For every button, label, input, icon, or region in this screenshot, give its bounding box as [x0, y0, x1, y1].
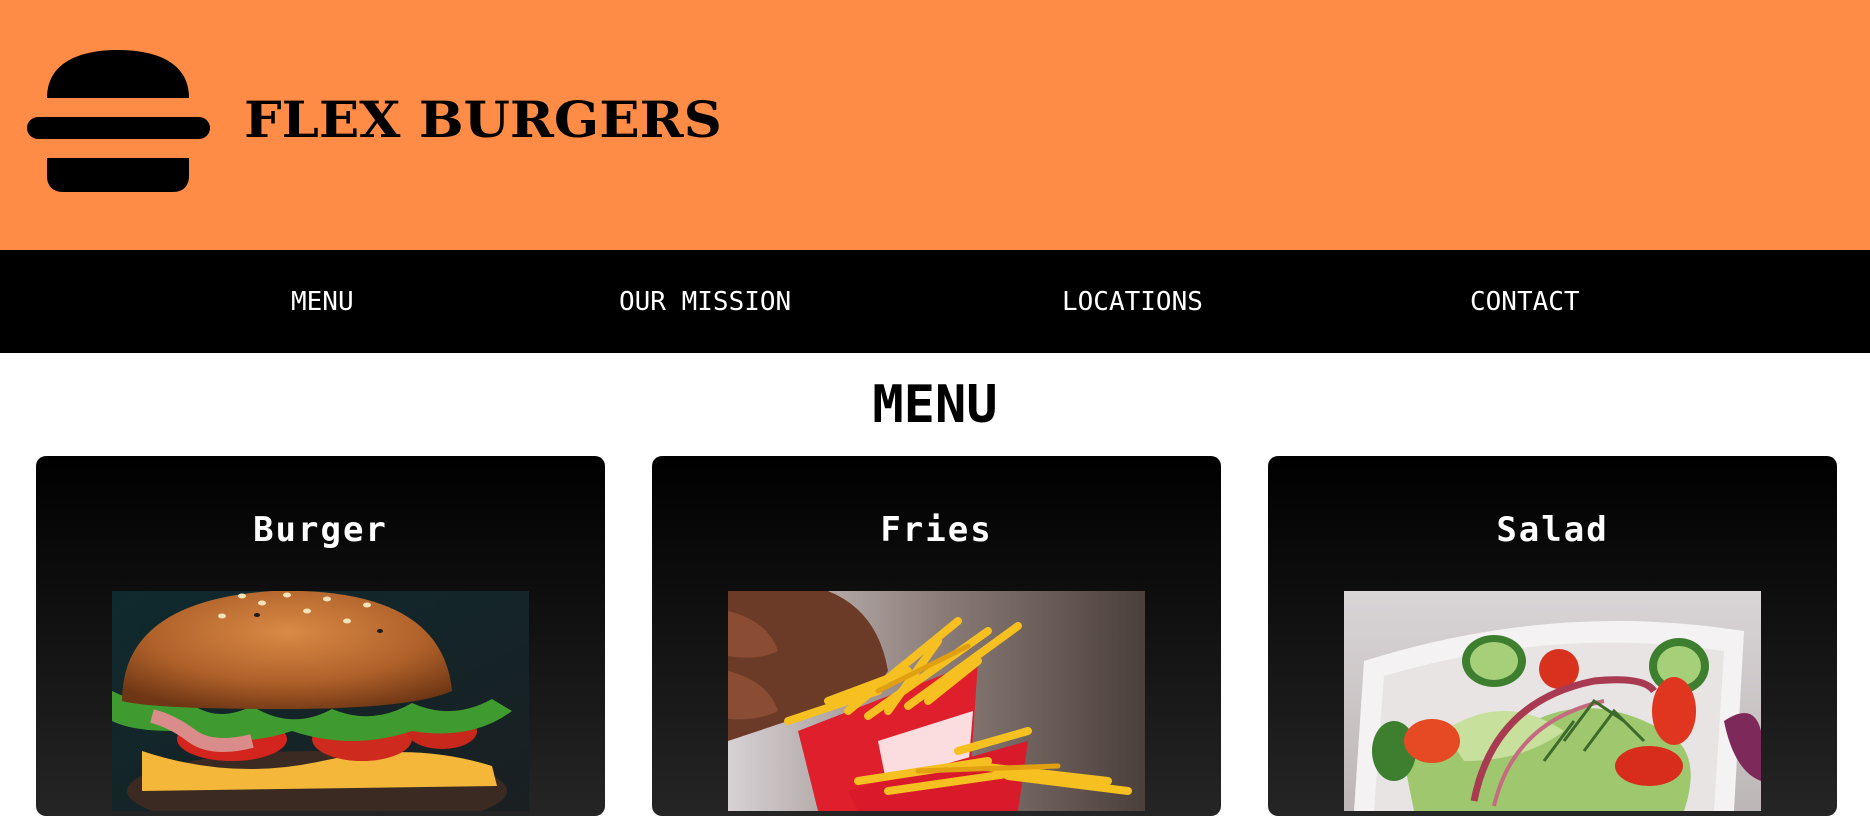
nav-link-locations[interactable]: LOCATIONS — [1062, 284, 1203, 320]
burger-logo-icon[interactable] — [27, 50, 210, 192]
site-header: FLEX BURGERS — [0, 0, 1870, 250]
page-title: MENU — [872, 375, 998, 435]
main-nav: MENU OUR MISSION LOCATIONS CONTACT — [0, 250, 1870, 353]
fries-photo — [728, 591, 1145, 811]
card-title: Fries — [880, 510, 993, 550]
nav-link-contact[interactable]: CONTACT — [1470, 284, 1580, 320]
nav-link-our-mission[interactable]: OUR MISSION — [619, 284, 791, 320]
menu-card-salad[interactable]: Salad — [1268, 456, 1837, 816]
menu-card-fries[interactable]: Fries — [652, 456, 1221, 816]
burger-photo — [112, 591, 529, 811]
card-title: Burger — [253, 510, 388, 550]
nav-link-menu[interactable]: MENU — [291, 284, 354, 320]
card-title: Salad — [1496, 510, 1609, 550]
salad-photo — [1344, 591, 1761, 811]
brand-name[interactable]: FLEX BURGERS — [244, 88, 722, 152]
menu-card-burger[interactable]: Burger — [36, 456, 605, 816]
